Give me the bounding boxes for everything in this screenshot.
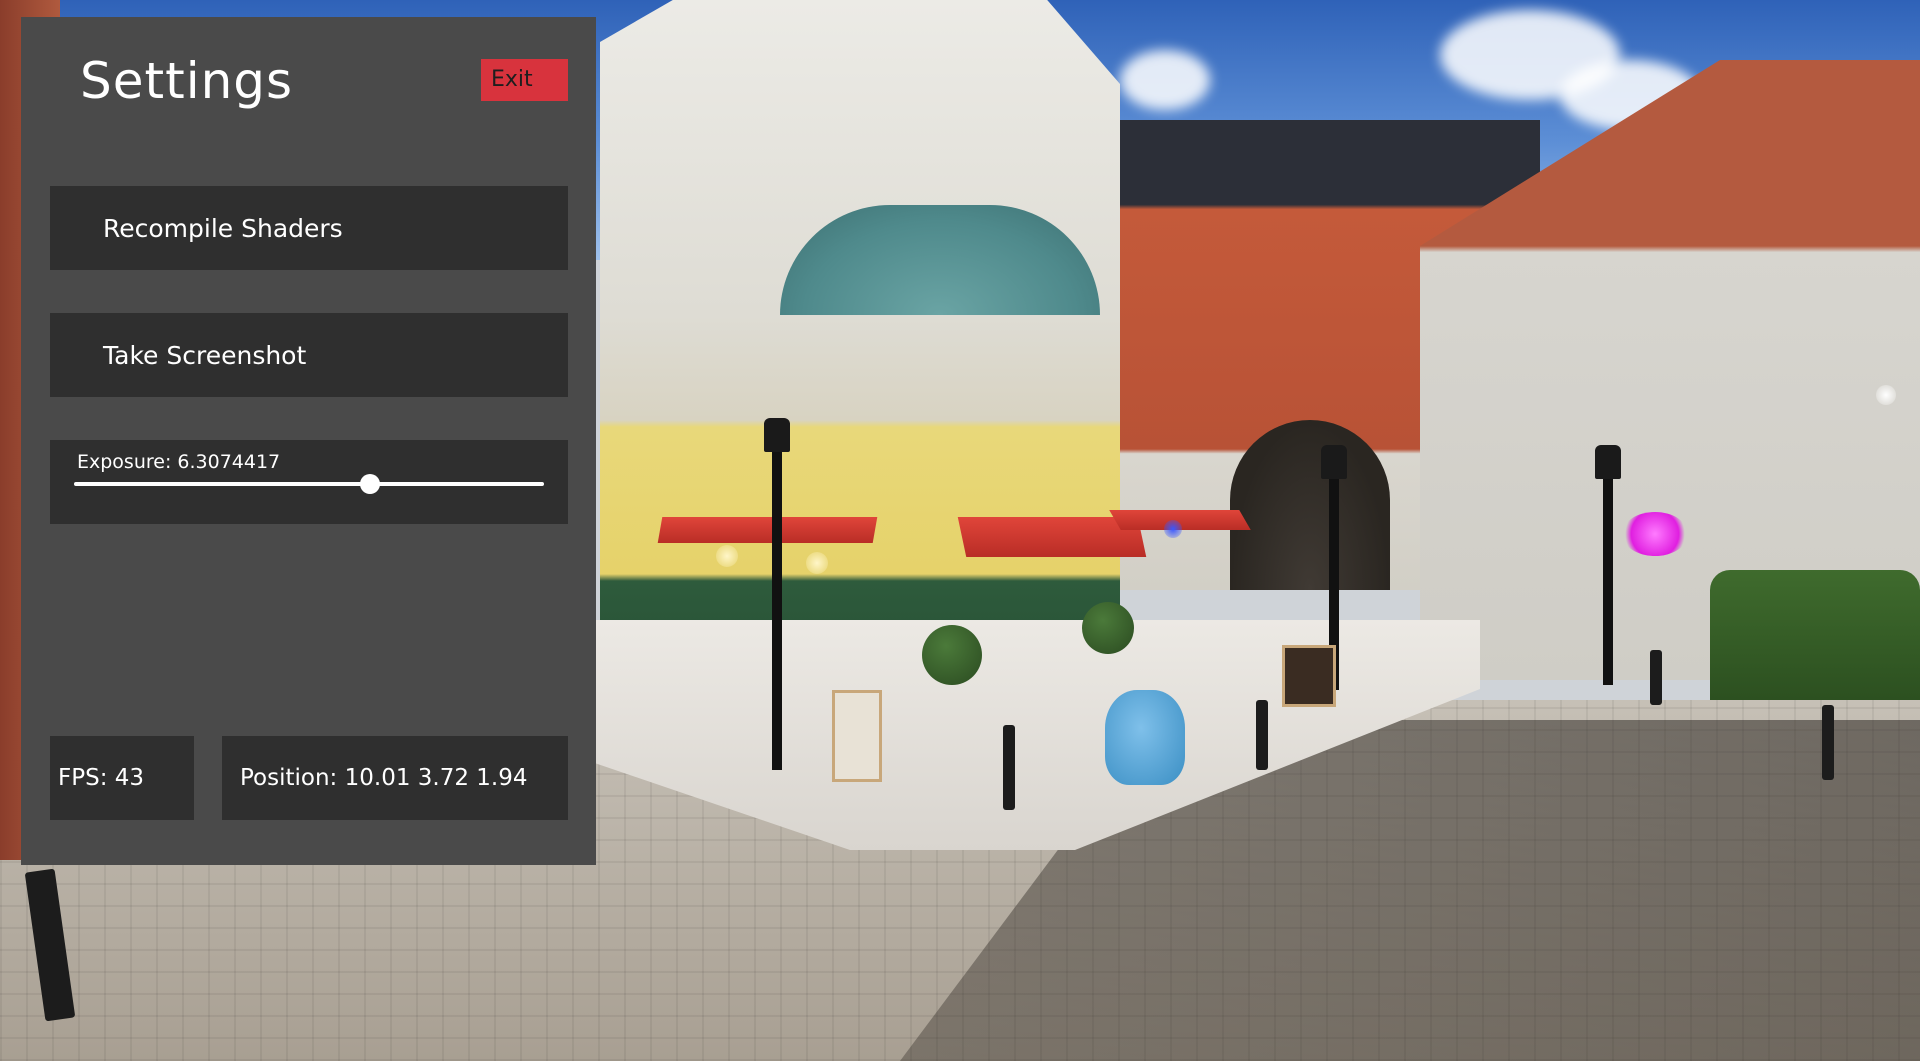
lamp-head [764, 418, 790, 452]
light-bulb [716, 545, 738, 567]
exit-button[interactable]: Exit [481, 59, 568, 101]
render-viewport[interactable]: Settings Exit Recompile Shaders Take Scr… [0, 0, 1920, 1061]
magenta-light [1622, 512, 1688, 556]
position-readout: Position: 10.01 3.72 1.94 [222, 736, 568, 820]
exposure-control: Exposure: 6.3074417 [50, 440, 568, 524]
menu-sign [1282, 645, 1336, 707]
bollard [1822, 705, 1834, 780]
corner-cafe-building [600, 0, 1120, 700]
potted-shrub [922, 625, 982, 685]
menu-sign [832, 690, 882, 782]
red-awning [657, 517, 878, 543]
hedge [1710, 570, 1920, 700]
exposure-label: Exposure: 6.3074417 [77, 451, 281, 473]
street-lamp [1603, 475, 1613, 685]
bollard [1650, 650, 1662, 705]
cloud [1120, 50, 1210, 110]
street-lamp [772, 450, 782, 770]
fps-readout: FPS: 43 [50, 736, 194, 820]
take-screenshot-button[interactable]: Take Screenshot [50, 313, 568, 397]
settings-title: Settings [80, 52, 294, 110]
bollard [1003, 725, 1015, 810]
bollard [1256, 700, 1268, 770]
lamp-head [1321, 445, 1347, 479]
blue-scooter [1105, 690, 1185, 785]
settings-panel: Settings Exit Recompile Shaders Take Scr… [21, 17, 596, 865]
light-bulb [806, 552, 828, 574]
archway [1230, 420, 1390, 590]
light-bulb [1164, 520, 1182, 538]
potted-shrub [1082, 602, 1134, 654]
lamp-head [1595, 445, 1621, 479]
slider-thumb-icon[interactable] [360, 474, 381, 494]
light-bulb [1876, 385, 1896, 405]
exposure-slider[interactable] [74, 474, 544, 494]
recompile-shaders-button[interactable]: Recompile Shaders [50, 186, 568, 270]
